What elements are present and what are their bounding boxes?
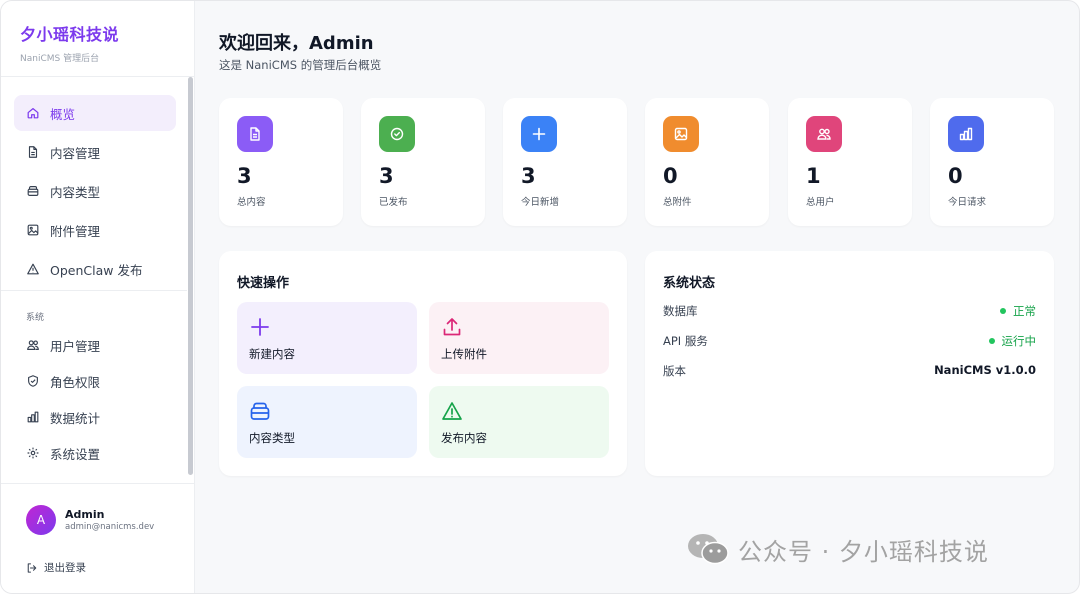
stat-label: 总内容: [237, 197, 266, 208]
stat-value: 0: [948, 164, 963, 188]
upload-icon: [443, 318, 461, 336]
sidebar-item-label: 数据统计: [50, 410, 101, 426]
quick-action-label: 新建内容: [249, 347, 295, 361]
sidebar-item-openclaw[interactable]: OpenClaw 发布: [14, 251, 176, 287]
new-content-button[interactable]: 新建内容: [237, 302, 417, 374]
wechat-icon: [688, 534, 729, 565]
status-dot: [1000, 307, 1006, 314]
layers-icon: [26, 184, 40, 198]
sidebar-item-content[interactable]: 内容管理: [14, 134, 176, 170]
sidebar-item-settings[interactable]: 系统设置: [14, 435, 176, 471]
user-email: admin@nanicms.dev: [65, 522, 155, 532]
sidebar-item-statistics[interactable]: 数据统计: [14, 399, 176, 435]
sidebar-item-attachments[interactable]: 附件管理: [14, 212, 176, 248]
stat-card-total-users: 1 总用户: [788, 98, 912, 226]
plus-icon: [521, 116, 557, 152]
stat-value: 3: [521, 164, 536, 188]
shield-icon: [26, 374, 40, 388]
status-value: 正常: [1000, 303, 1036, 319]
stat-label: 今日新增: [521, 197, 560, 208]
brand-subtitle: NaniCMS 管理后台: [20, 54, 100, 64]
app-frame: 夕小瑶科技说 NaniCMS 管理后台 概览 内容管理 内容类型 附件管理 Op…: [0, 0, 1080, 594]
image-icon: [26, 223, 40, 237]
users-icon: [806, 116, 842, 152]
content-types-button[interactable]: 内容类型: [237, 386, 417, 458]
stat-value: 3: [379, 164, 394, 188]
sidebar-item-label: 内容管理: [50, 145, 101, 161]
quick-action-label: 上传附件: [441, 347, 487, 361]
logout-button[interactable]: 退出登录: [26, 560, 86, 575]
sidebar-item-content-types[interactable]: 内容类型: [14, 173, 176, 209]
stat-card-total-attachments: 0 总附件: [645, 98, 769, 226]
stat-card-total-content: 3 总内容: [219, 98, 343, 226]
watermark: 公众号 · 夕小瑶科技说: [686, 531, 989, 567]
warning-triangle-icon: [26, 262, 40, 276]
system-status-panel: 系统状态 数据库 正常 API 服务 运行中 版本 NaniCMS v1.0.0: [645, 251, 1054, 476]
user-name: Admin: [65, 508, 105, 521]
document-icon: [26, 145, 40, 159]
sidebar-item-label: 角色权限: [50, 374, 101, 390]
warning-triangle-icon: [442, 402, 462, 420]
page-title: 欢迎回来，Admin: [219, 33, 374, 54]
panel-title: 系统状态: [663, 276, 716, 291]
status-value-text: 运行中: [1001, 334, 1037, 348]
sidebar-item-label: 附件管理: [50, 223, 101, 239]
nav-section-system: 系统: [26, 313, 45, 323]
status-value-text: NaniCMS v1.0.0: [934, 363, 1036, 377]
stat-card-today-requests: 0 今日请求: [930, 98, 1054, 226]
stat-value: 3: [237, 164, 252, 188]
avatar[interactable]: A: [26, 505, 56, 535]
check-circle-icon: [379, 116, 415, 152]
sidebar-item-label: 内容类型: [50, 184, 101, 200]
status-key: 数据库: [663, 304, 698, 318]
sidebar-item-label: 系统设置: [50, 446, 101, 462]
sidebar-nav: 概览 内容管理 内容类型 附件管理 OpenClaw 发布 系统 用户管理 角色…: [1, 77, 187, 483]
stat-label: 已发布: [379, 197, 408, 208]
status-value-text: 正常: [1013, 304, 1036, 318]
sidebar-item-label: OpenClaw 发布: [50, 262, 143, 278]
nav-divider: [1, 290, 187, 291]
sidebar-item-label: 用户管理: [50, 338, 101, 354]
stat-card-today-new: 3 今日新增: [503, 98, 627, 226]
gear-icon: [26, 446, 40, 460]
status-key: 版本: [663, 364, 686, 378]
stat-label: 总附件: [663, 197, 692, 208]
quick-actions-panel: 快速操作 新建内容 上传附件 内容类型 发布内容: [219, 251, 627, 476]
logout-icon: [27, 562, 37, 573]
user-panel: A Admin admin@nanicms.dev 退出登录: [1, 483, 195, 593]
quick-action-label: 内容类型: [249, 431, 295, 445]
stat-label: 今日请求: [948, 197, 987, 208]
stat-card-published: 3 已发布: [361, 98, 485, 226]
stat-label: 总用户: [806, 197, 835, 208]
sidebar: 夕小瑶科技说 NaniCMS 管理后台 概览 内容管理 内容类型 附件管理 Op…: [1, 1, 195, 593]
watermark-text: 公众号 · 夕小瑶科技说: [738, 537, 989, 566]
bar-chart-icon: [26, 410, 40, 424]
layers-icon: [250, 402, 270, 420]
home-icon: [26, 106, 40, 120]
sidebar-item-overview[interactable]: 概览: [14, 95, 176, 131]
status-dot: [988, 337, 995, 344]
stat-value: 1: [806, 164, 821, 188]
publish-content-button[interactable]: 发布内容: [429, 386, 609, 458]
bar-chart-icon: [948, 116, 984, 152]
stat-value: 0: [663, 164, 678, 188]
logout-label: 退出登录: [44, 562, 86, 574]
status-value: 运行中: [988, 333, 1037, 349]
plus-icon: [251, 318, 269, 336]
image-icon: [663, 116, 699, 152]
sidebar-item-roles[interactable]: 角色权限: [14, 363, 176, 399]
status-key: API 服务: [663, 334, 708, 348]
brand: 夕小瑶科技说 NaniCMS 管理后台: [1, 1, 194, 77]
brand-title: 夕小瑶科技说: [20, 25, 120, 44]
page-subtitle: 这是 NaniCMS 的管理后台概览: [219, 58, 382, 72]
sidebar-item-label: 概览: [50, 106, 76, 122]
sidebar-item-users[interactable]: 用户管理: [14, 327, 176, 363]
panel-title: 快速操作: [237, 276, 290, 291]
upload-attachment-button[interactable]: 上传附件: [429, 302, 609, 374]
sidebar-scrollbar[interactable]: [188, 77, 193, 475]
quick-action-label: 发布内容: [441, 431, 487, 445]
users-icon: [26, 338, 40, 352]
document-icon: [237, 116, 273, 152]
